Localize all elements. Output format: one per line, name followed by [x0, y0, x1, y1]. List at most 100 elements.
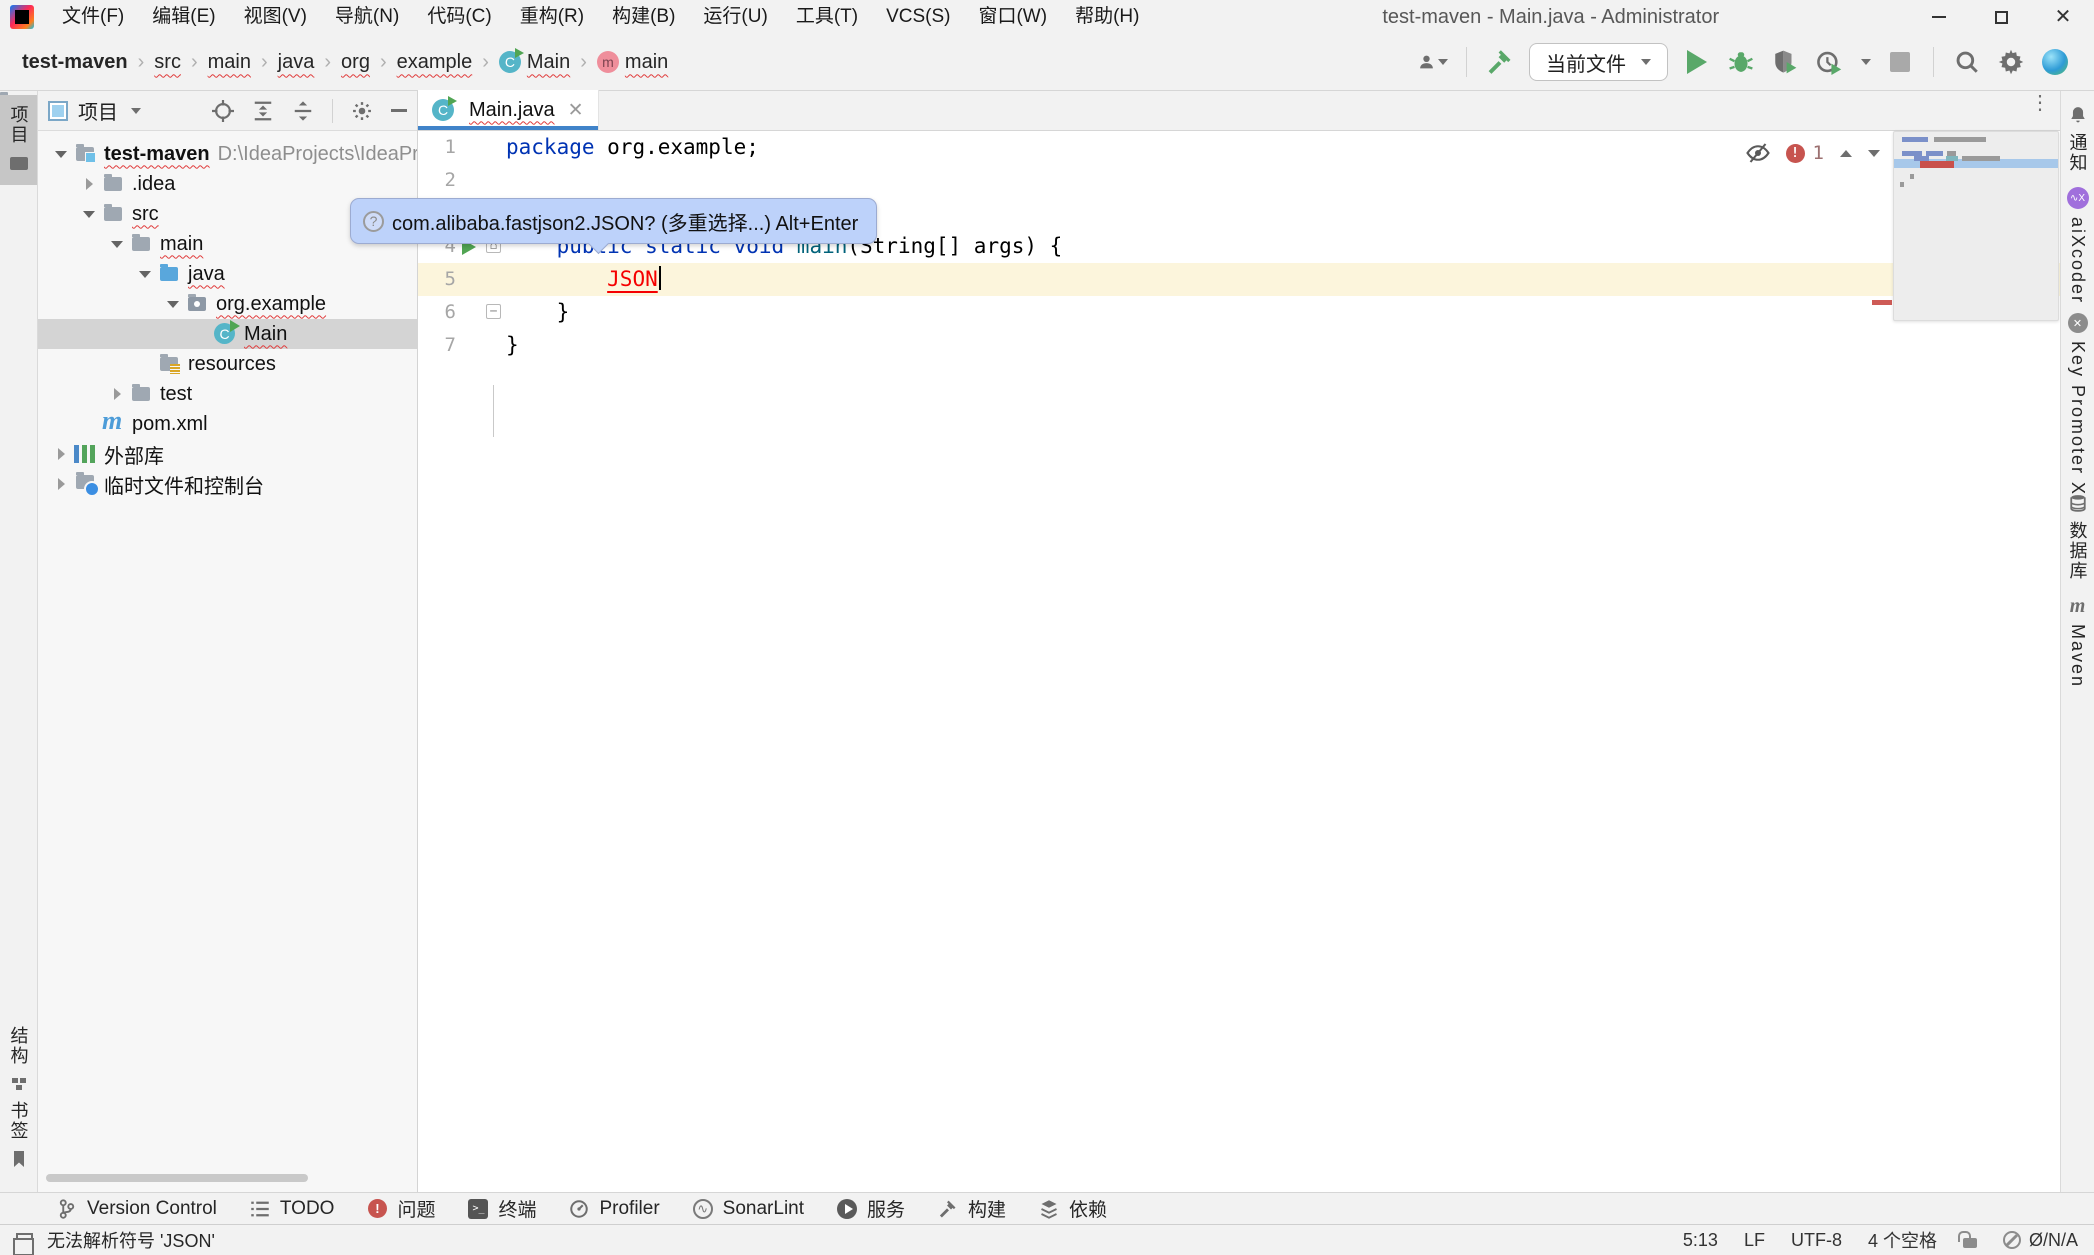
- minimize-button[interactable]: [1908, 0, 1970, 34]
- menu-item[interactable]: 编辑(E): [138, 0, 229, 34]
- tree-item-resources[interactable]: resources: [38, 349, 417, 379]
- tab-close-icon[interactable]: ✕: [568, 99, 584, 122]
- tool-window-button-todo[interactable]: TODO: [249, 1198, 335, 1220]
- tool-window-button-sonarlint[interactable]: ∿SonarLint: [692, 1198, 804, 1220]
- breadcrumb-item[interactable]: example: [397, 51, 473, 74]
- chevron-down-icon[interactable]: [1861, 59, 1871, 65]
- ide-plugin-sphere-button[interactable]: [2040, 47, 2070, 77]
- breadcrumb-item[interactable]: org: [341, 51, 370, 74]
- chevron-down-icon[interactable]: [48, 151, 74, 158]
- run-button[interactable]: [1682, 47, 1712, 77]
- tree-item-xxx[interactable]: 外部库: [38, 439, 417, 469]
- menu-item[interactable]: 文件(F): [48, 0, 138, 34]
- error-stripe-mark[interactable]: [1872, 300, 1892, 305]
- chevron-right-icon[interactable]: [104, 388, 130, 400]
- menu-item[interactable]: 视图(V): [230, 0, 321, 34]
- chevron-down-icon[interactable]: [132, 271, 158, 278]
- tree-item-.idea[interactable]: .idea: [38, 169, 417, 199]
- breadcrumb-item[interactable]: main: [208, 51, 251, 74]
- stripe-button-aixcoder[interactable]: ∿X aiXcoder: [2061, 187, 2094, 304]
- tree-item-org.example[interactable]: org.example: [38, 289, 417, 319]
- menu-item[interactable]: 运行(U): [689, 0, 781, 34]
- stripe-button-notifications[interactable]: 通知: [2061, 105, 2094, 173]
- highlight-off-eye-icon[interactable]: [1746, 141, 1770, 165]
- chevron-right-icon[interactable]: [76, 178, 102, 190]
- restore-layout-icon[interactable]: [16, 1233, 33, 1247]
- expand-all-icon[interactable]: [252, 100, 274, 122]
- profiler-run-button[interactable]: [1814, 47, 1844, 77]
- tool-window-button-branch[interactable]: Version Control: [56, 1198, 217, 1220]
- fold-marker-icon[interactable]: −: [486, 304, 501, 319]
- project-panel-title[interactable]: 项目: [78, 96, 118, 125]
- menu-item[interactable]: 代码(C): [413, 0, 505, 34]
- menu-item[interactable]: 工具(T): [782, 0, 872, 34]
- chevron-down-icon[interactable]: [76, 211, 102, 218]
- gear-icon[interactable]: [351, 100, 373, 122]
- stripe-button-bookmarks[interactable]: 书签: [0, 1101, 37, 1169]
- caret-position[interactable]: 5:13: [1683, 1230, 1718, 1251]
- code-line-2[interactable]: 2: [418, 164, 2060, 197]
- error-badge-icon[interactable]: !: [1786, 144, 1805, 163]
- tree-item-xxxxxxxx[interactable]: 临时文件和控制台: [38, 469, 417, 499]
- tree-item-java[interactable]: java: [38, 259, 417, 289]
- collapse-all-icon[interactable]: [292, 100, 314, 122]
- maximize-button[interactable]: [1970, 0, 2032, 34]
- chevron-down-icon[interactable]: [104, 241, 130, 248]
- menu-item[interactable]: VCS(S): [872, 0, 964, 34]
- menu-item[interactable]: 窗口(W): [964, 0, 1061, 34]
- tool-window-button-terminal[interactable]: >_终端: [467, 1195, 536, 1222]
- hide-panel-icon[interactable]: [391, 109, 407, 112]
- previous-error-icon[interactable]: [1840, 150, 1852, 157]
- debug-button[interactable]: [1726, 47, 1756, 77]
- search-everywhere-button[interactable]: [1952, 47, 1982, 77]
- stripe-button-maven[interactable]: m Maven: [2061, 596, 2094, 688]
- line-separator[interactable]: LF: [1744, 1230, 1765, 1251]
- code-line-5[interactable]: 5 JSON: [418, 263, 2060, 296]
- close-button[interactable]: ✕: [2032, 0, 2094, 34]
- next-error-icon[interactable]: [1868, 150, 1880, 157]
- tab-main-java[interactable]: C Main.java ✕: [418, 90, 599, 130]
- tree-item-test-maven[interactable]: test-mavenD:\IdeaProjects\IdeaProje: [38, 139, 417, 169]
- build-project-button[interactable]: [1485, 47, 1515, 77]
- run-with-coverage-button[interactable]: [1770, 47, 1800, 77]
- editor-options-kebab-icon[interactable]: ⋮: [2030, 99, 2046, 107]
- readonly-lock-icon[interactable]: [1963, 1238, 1977, 1248]
- menu-item[interactable]: 帮助(H): [1061, 0, 1153, 34]
- breadcrumb-item[interactable]: mmain: [597, 51, 668, 74]
- code-line-6[interactable]: 6− }: [418, 296, 2060, 329]
- horizontal-scrollbar[interactable]: [46, 1174, 308, 1182]
- menu-item[interactable]: 构建(B): [598, 0, 689, 34]
- stripe-button-database[interactable]: 数据库: [2061, 493, 2094, 581]
- tool-window-button-services[interactable]: 服务: [836, 1195, 905, 1222]
- chevron-right-icon[interactable]: [48, 448, 74, 460]
- chevron-right-icon[interactable]: [48, 478, 74, 490]
- import-suggestion-tooltip[interactable]: ? com.alibaba.fastjson2.JSON? (多重选择...) …: [350, 198, 877, 244]
- breadcrumb-item[interactable]: java: [278, 51, 315, 74]
- tree-item-Main[interactable]: Main: [38, 319, 417, 349]
- breadcrumb-item[interactable]: test-maven: [22, 51, 128, 74]
- coverage-widget[interactable]: Ø/N/A: [2003, 1230, 2078, 1251]
- tool-window-button-problems[interactable]: !问题: [366, 1195, 435, 1222]
- tree-item-pom.xml[interactable]: pom.xml: [38, 409, 417, 439]
- settings-button[interactable]: [1996, 47, 2026, 77]
- tool-window-button-dependencies[interactable]: 依赖: [1038, 1195, 1107, 1222]
- menu-item[interactable]: 导航(N): [321, 0, 413, 34]
- breadcrumb-item[interactable]: CMain: [499, 51, 570, 74]
- code-editor[interactable]: ! 1 1package org.example;23public: [418, 131, 2060, 1191]
- code-minimap[interactable]: [1893, 131, 2059, 321]
- stripe-button-project[interactable]: 项目: [0, 95, 37, 185]
- tool-window-button-build[interactable]: 构建: [937, 1195, 1006, 1222]
- run-configuration-select[interactable]: 当前文件: [1529, 43, 1668, 81]
- code-line-7[interactable]: 7}: [418, 329, 2060, 362]
- stripe-button-structure[interactable]: 结构: [0, 1026, 37, 1094]
- indent-setting[interactable]: 4 个空格: [1868, 1227, 1937, 1253]
- stripe-button-key-promoter[interactable]: ✕ Key Promoter X: [2061, 313, 2094, 496]
- locate-file-icon[interactable]: [212, 100, 234, 122]
- breadcrumb-item[interactable]: src: [154, 51, 181, 74]
- stop-button[interactable]: [1885, 47, 1915, 77]
- file-encoding[interactable]: UTF-8: [1791, 1230, 1842, 1251]
- menu-item[interactable]: 重构(R): [506, 0, 598, 34]
- chevron-down-icon[interactable]: [131, 108, 141, 114]
- tool-window-button-profiler[interactable]: Profiler: [568, 1198, 659, 1220]
- tree-item-test[interactable]: test: [38, 379, 417, 409]
